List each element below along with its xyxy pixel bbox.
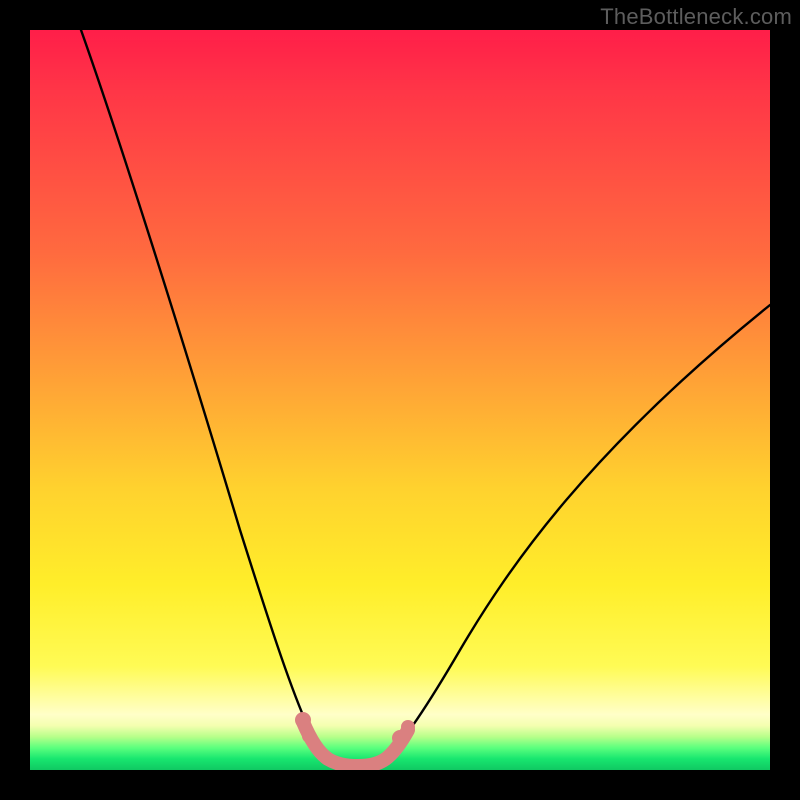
valley-marker-dot (302, 729, 316, 743)
valley-marker-dot (401, 720, 415, 734)
watermark-text: TheBottleneck.com (600, 4, 792, 30)
plot-area (30, 30, 770, 770)
chart-frame: TheBottleneck.com (0, 0, 800, 800)
curve-layer (30, 30, 770, 770)
valley-highlight (303, 722, 408, 766)
valley-marker-dot (295, 712, 311, 728)
bottleneck-curve (81, 30, 770, 765)
